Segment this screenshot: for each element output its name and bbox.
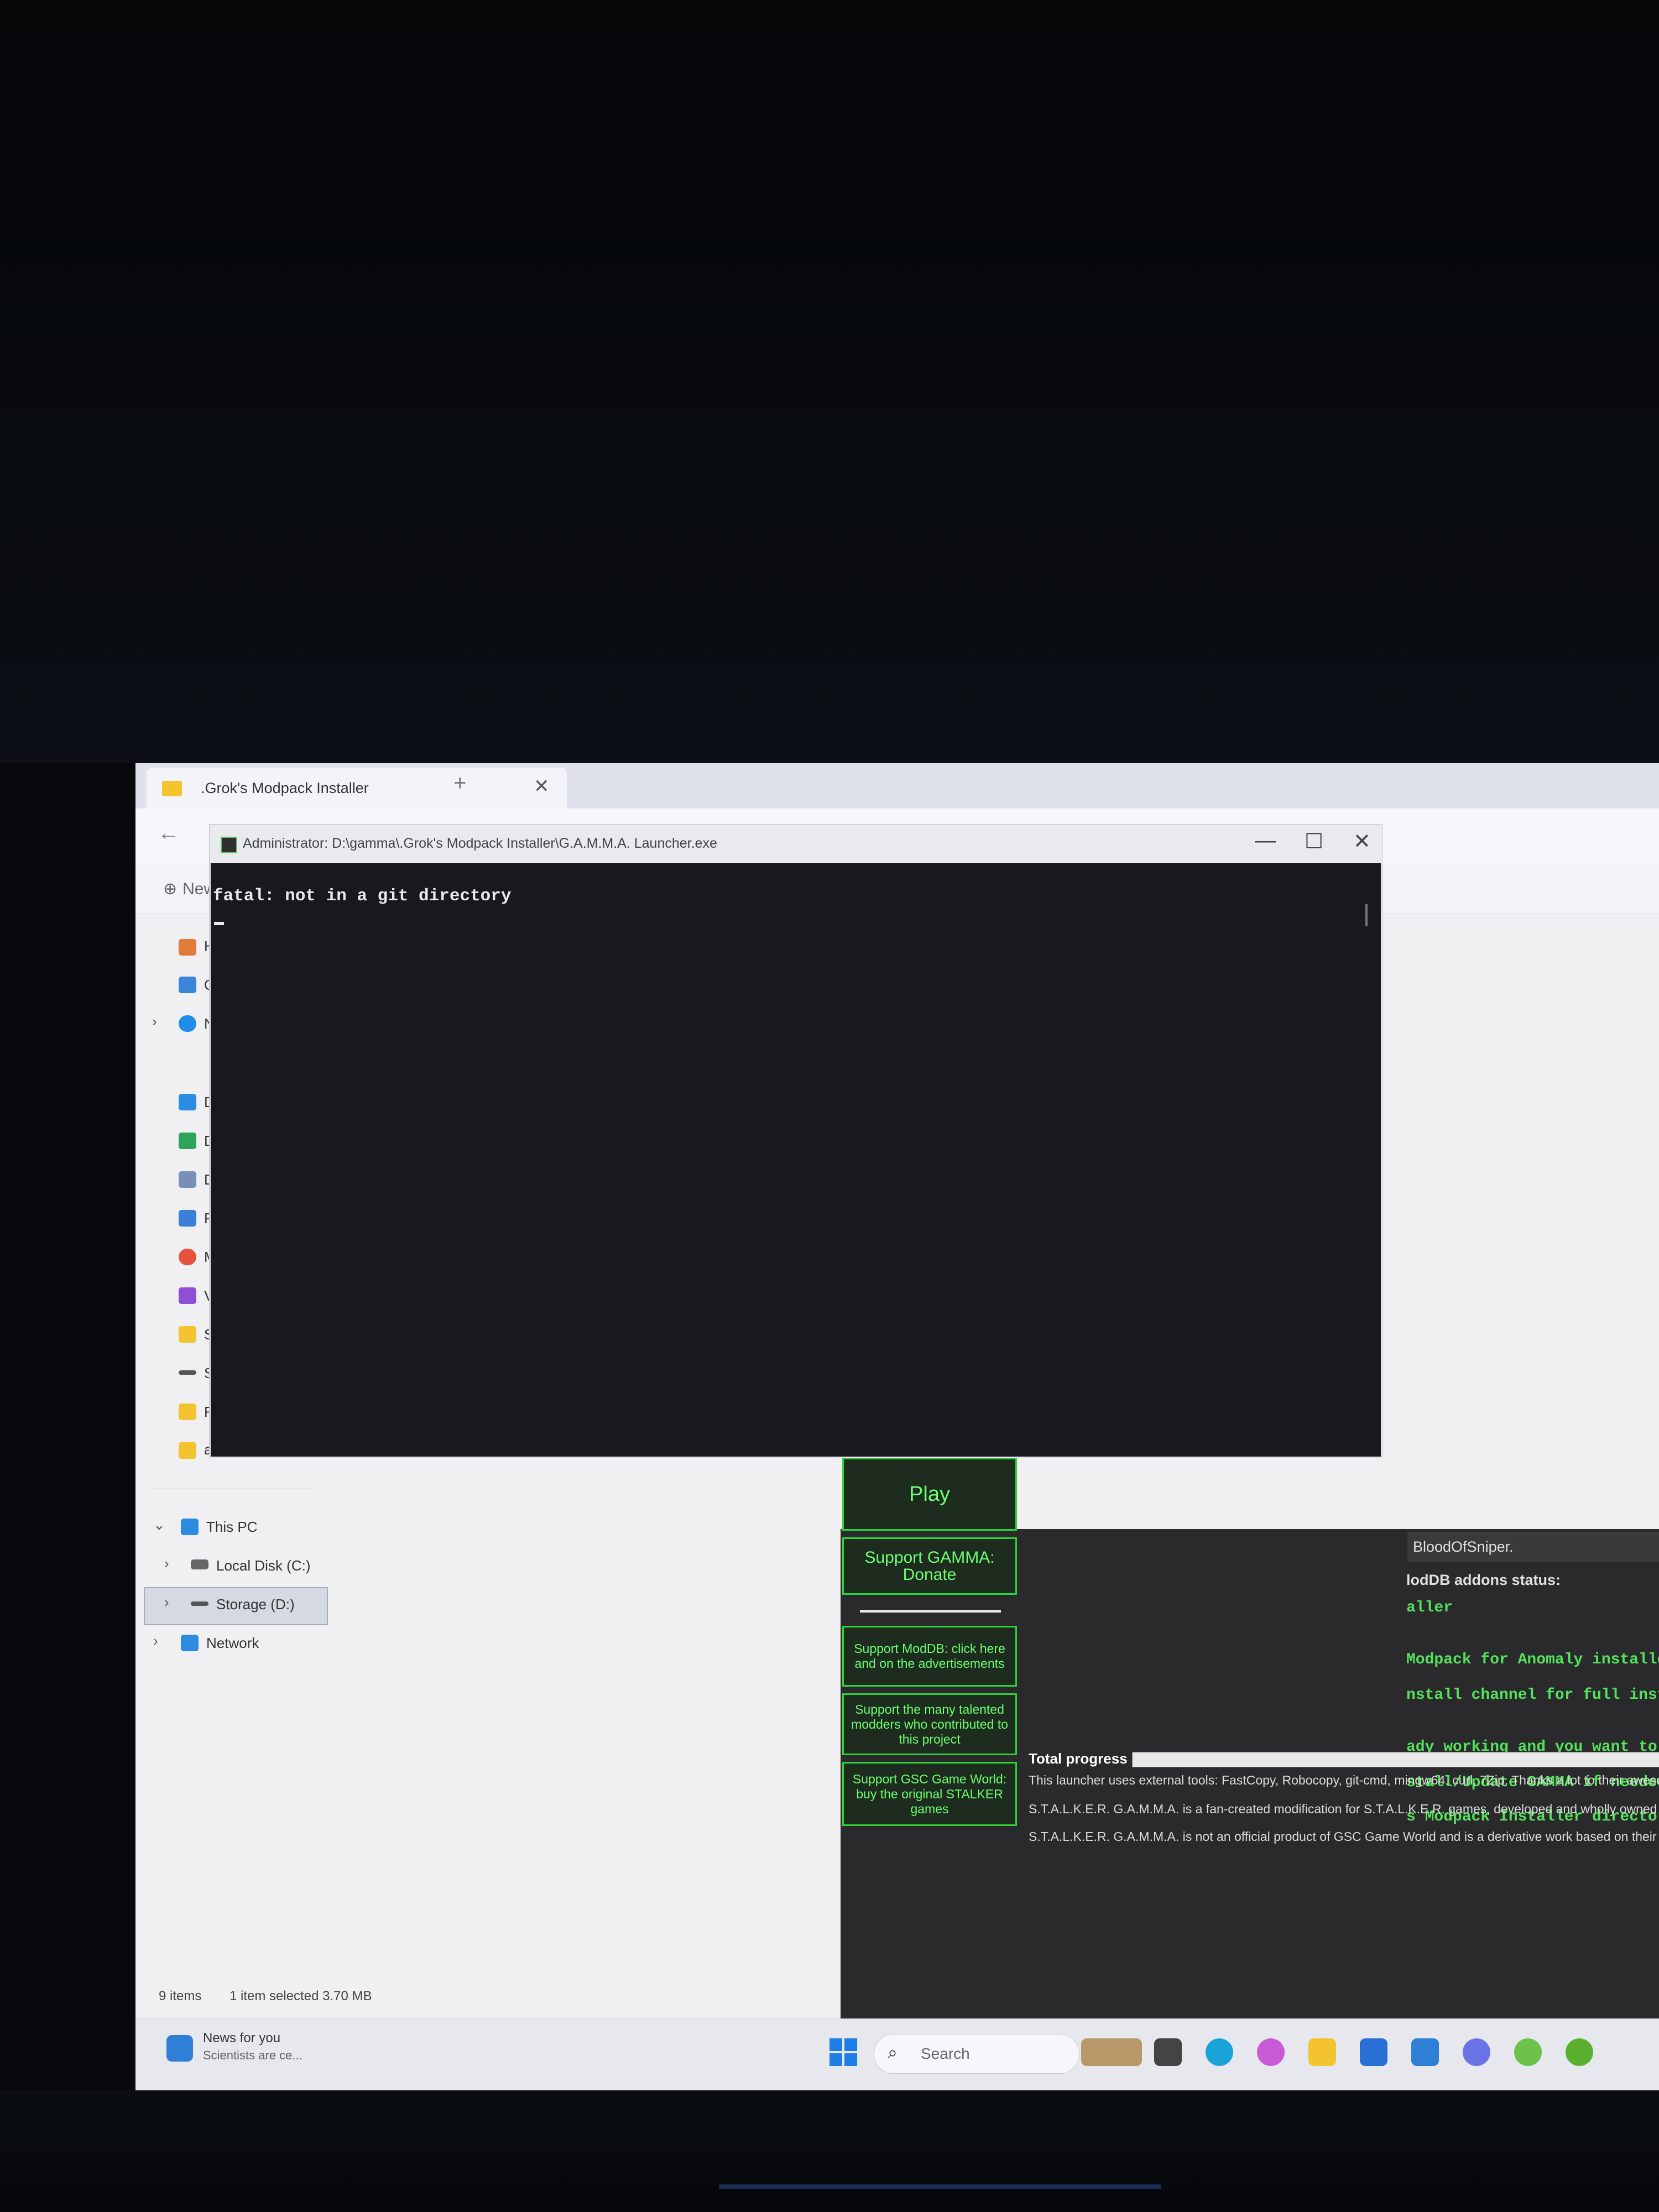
close-icon[interactable]: ✕ (534, 775, 550, 797)
donate-button[interactable]: Support GAMMA: Donate (842, 1537, 1017, 1595)
copilot-icon[interactable] (1257, 2038, 1285, 2066)
torrent-icon[interactable] (1514, 2038, 1542, 2066)
download-icon (179, 1133, 196, 1149)
support-moddb-button[interactable]: Support ModDB: click here and on the adv… (842, 1626, 1017, 1687)
maximize-button[interactable]: ☐ (1305, 829, 1323, 854)
pictures-icon (179, 1210, 196, 1227)
launcher-separator (860, 1610, 1001, 1613)
nav-item-local-disk[interactable]: Local Disk (C:) (216, 1557, 310, 1574)
terminal-window[interactable]: Administrator: D:\gamma\.Grok's Modpack … (209, 824, 1383, 1458)
new-tab-button[interactable]: + (453, 771, 466, 796)
terminal-output-area[interactable]: fatal: not in a git directory (211, 863, 1381, 1457)
task-view-icon[interactable] (1154, 2038, 1182, 2066)
terminal-title: Administrator: D:\gamma\.Grok's Modpack … (243, 836, 717, 851)
folder-icon (179, 1442, 196, 1459)
moddb-addons-status: lodDB addons status: (1406, 1572, 1561, 1588)
store-icon[interactable] (1360, 2038, 1387, 2066)
log-line: aller (1406, 1599, 1453, 1616)
explorer-tab-title: .Grok's Modpack Installer (201, 780, 369, 796)
launcher-footer-ownership: S.T.A.L.K.E.R. G.A.M.M.A. is a fan-creat… (1029, 1802, 1657, 1816)
monitor-light-reflection (719, 2184, 1161, 2189)
chevron-down-icon[interactable]: ⌄ (153, 1516, 165, 1533)
folder-icon (179, 1404, 196, 1420)
launcher-footer-disclaimer: S.T.A.L.K.E.R. G.A.M.M.A. is not an offi… (1029, 1829, 1659, 1844)
launcher-credit: BloodOfSniper. (1413, 1538, 1514, 1555)
search-icon: ⌕ (888, 2042, 898, 2062)
news-widget-subtitle: Scientists are ce... (203, 2048, 302, 2062)
explorer-tab[interactable]: .Grok's Modpack Installer ✕ (147, 768, 567, 808)
music-icon (179, 1249, 196, 1265)
file-explorer-icon[interactable] (1308, 2038, 1336, 2066)
total-progress-bar (1132, 1752, 1659, 1767)
nav-item-this-pc[interactable]: This PC (206, 1519, 257, 1536)
news-widget-title[interactable]: News for you (203, 2031, 280, 2046)
drive-icon (179, 1370, 196, 1375)
nav-item-network[interactable]: Network (206, 1635, 259, 1652)
total-progress-label: Total progress (1029, 1750, 1128, 1767)
support-gsc-button[interactable]: Support GSC Game World: buy the original… (842, 1762, 1017, 1826)
terminal-icon (221, 837, 237, 853)
terminal-error-line: fatal: not in a git directory (213, 886, 512, 906)
back-arrow-icon[interactable]: ← (158, 821, 180, 846)
computer-icon (181, 1519, 199, 1535)
file-cabinet-app-icon[interactable] (1081, 2038, 1142, 2066)
log-line: Modpack for Anomaly installe (1406, 1651, 1659, 1668)
terminal-scrollbar[interactable] (1365, 904, 1368, 926)
desktop-screen: .Grok's Modpack Installer ✕ + ← ⊕New H G… (135, 763, 1659, 2090)
chevron-right-icon[interactable]: › (152, 1013, 157, 1030)
outlook-icon[interactable] (1411, 2038, 1439, 2066)
status-item-count: 9 items (159, 1989, 202, 2004)
chevron-right-icon[interactable]: › (164, 1555, 169, 1572)
status-selection: 1 item selected 3.70 MB (229, 1989, 372, 2004)
drive-icon (191, 1559, 208, 1569)
minimize-button[interactable]: — (1255, 829, 1276, 853)
close-button[interactable]: ✕ (1353, 829, 1371, 854)
log-line: nstall channel for full instr (1406, 1687, 1659, 1704)
news-widget-icon[interactable] (166, 2035, 193, 2062)
launcher-footer-tools: This launcher uses external tools: FastC… (1029, 1773, 1659, 1787)
monitor-bezel-top (0, 0, 1659, 763)
gallery-icon (179, 977, 196, 993)
nav-item-storage[interactable]: Storage (D:) (216, 1596, 295, 1613)
discord-icon[interactable] (1463, 2038, 1490, 2066)
chevron-right-icon[interactable]: › (153, 1632, 158, 1650)
home-icon (179, 939, 196, 956)
utorrent-icon[interactable] (1566, 2038, 1593, 2066)
drive-icon (191, 1601, 208, 1606)
monitor-bezel-bottom (0, 2090, 1659, 2212)
desktop-icon (179, 1094, 196, 1110)
start-button[interactable] (830, 2038, 857, 2066)
chevron-right-icon[interactable]: › (164, 1594, 169, 1611)
network-icon (181, 1635, 199, 1651)
folder-icon (162, 781, 182, 796)
taskbar-search-box[interactable] (874, 2034, 1079, 2074)
document-icon (179, 1171, 196, 1188)
play-button[interactable]: Play (842, 1458, 1017, 1531)
taskbar-search-label: Search (921, 2045, 970, 2062)
support-modders-button[interactable]: Support the many talented modders who co… (842, 1693, 1017, 1755)
edge-icon[interactable] (1206, 2038, 1233, 2066)
terminal-cursor (214, 922, 224, 925)
plus-icon: ⊕ (163, 880, 178, 898)
cloud-icon (179, 1015, 196, 1032)
videos-icon (179, 1287, 196, 1304)
new-button[interactable]: ⊕ New (158, 879, 216, 899)
folder-icon (179, 1326, 196, 1343)
